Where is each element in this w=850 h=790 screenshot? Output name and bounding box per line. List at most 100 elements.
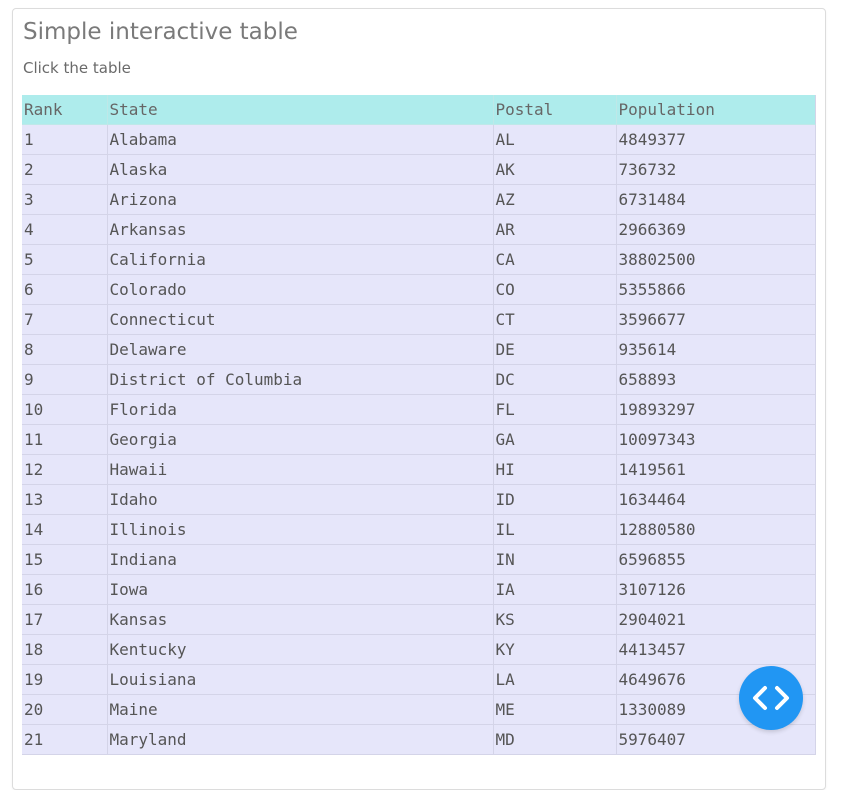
cell-population[interactable]: 4413457: [616, 634, 816, 665]
cell-rank[interactable]: 12: [22, 454, 108, 485]
cell-rank[interactable]: 15: [22, 544, 108, 575]
cell-state[interactable]: Connecticut: [107, 304, 494, 335]
cell-postal[interactable]: HI: [493, 454, 617, 485]
cell-rank[interactable]: 11: [22, 424, 108, 455]
cell-postal[interactable]: DE: [493, 334, 617, 365]
table-row[interactable]: 4 Arkansas AR 2966369: [22, 214, 816, 245]
cell-state[interactable]: Hawaii: [107, 454, 494, 485]
table-row[interactable]: 17 Kansas KS 2904021: [22, 604, 816, 635]
table-row[interactable]: 2 Alaska AK 736732: [22, 154, 816, 185]
cell-postal[interactable]: CA: [493, 244, 617, 275]
cell-rank[interactable]: 6: [22, 274, 108, 305]
cell-state[interactable]: District of Columbia: [107, 364, 494, 395]
cell-postal[interactable]: KY: [493, 634, 617, 665]
cell-population[interactable]: 10097343: [616, 424, 816, 455]
cell-postal[interactable]: ME: [493, 694, 617, 725]
cell-population[interactable]: 2966369: [616, 214, 816, 245]
table-row[interactable]: 10 Florida FL 19893297: [22, 394, 816, 425]
column-header-postal[interactable]: Postal: [493, 95, 617, 125]
table-row[interactable]: 14 Illinois IL 12880580: [22, 514, 816, 545]
cell-rank[interactable]: 13: [22, 484, 108, 515]
table-row[interactable]: 8 Delaware DE 935614: [22, 334, 816, 365]
column-header-state[interactable]: State: [107, 95, 494, 125]
code-toggle-button[interactable]: [739, 666, 803, 730]
cell-state[interactable]: Arizona: [107, 184, 494, 215]
cell-state[interactable]: Georgia: [107, 424, 494, 455]
cell-rank[interactable]: 2: [22, 154, 108, 185]
cell-rank[interactable]: 14: [22, 514, 108, 545]
cell-state[interactable]: Florida: [107, 394, 494, 425]
cell-population[interactable]: 736732: [616, 154, 816, 185]
cell-state[interactable]: Arkansas: [107, 214, 494, 245]
cell-state[interactable]: Colorado: [107, 274, 494, 305]
table-row[interactable]: 1 Alabama AL 4849377: [22, 124, 816, 155]
cell-state[interactable]: Alaska: [107, 154, 494, 185]
cell-postal[interactable]: AZ: [493, 184, 617, 215]
cell-population[interactable]: 935614: [616, 334, 816, 365]
cell-population[interactable]: 19893297: [616, 394, 816, 425]
table-row[interactable]: 11 Georgia GA 10097343: [22, 424, 816, 455]
table-row[interactable]: 7 Connecticut CT 3596677: [22, 304, 816, 335]
cell-state[interactable]: Alabama: [107, 124, 494, 155]
cell-rank[interactable]: 3: [22, 184, 108, 215]
cell-state[interactable]: Kentucky: [107, 634, 494, 665]
cell-population[interactable]: 1634464: [616, 484, 816, 515]
cell-state[interactable]: Maryland: [107, 724, 494, 755]
cell-rank[interactable]: 9: [22, 364, 108, 395]
cell-population[interactable]: 6596855: [616, 544, 816, 575]
cell-rank[interactable]: 10: [22, 394, 108, 425]
cell-postal[interactable]: AL: [493, 124, 617, 155]
table-row[interactable]: 20 Maine ME 1330089: [22, 694, 816, 725]
column-header-rank[interactable]: Rank: [22, 95, 108, 125]
cell-rank[interactable]: 17: [22, 604, 108, 635]
table-row[interactable]: 12 Hawaii HI 1419561: [22, 454, 816, 485]
table-row[interactable]: 21 Maryland MD 5976407: [22, 724, 816, 755]
cell-rank[interactable]: 7: [22, 304, 108, 335]
table-row[interactable]: 3 Arizona AZ 6731484: [22, 184, 816, 215]
table-row[interactable]: 18 Kentucky KY 4413457: [22, 634, 816, 665]
cell-population[interactable]: 6731484: [616, 184, 816, 215]
cell-postal[interactable]: LA: [493, 664, 617, 695]
cell-rank[interactable]: 18: [22, 634, 108, 665]
cell-population[interactable]: 5355866: [616, 274, 816, 305]
cell-state[interactable]: Illinois: [107, 514, 494, 545]
cell-postal[interactable]: AK: [493, 154, 617, 185]
cell-postal[interactable]: GA: [493, 424, 617, 455]
cell-rank[interactable]: 8: [22, 334, 108, 365]
cell-population[interactable]: 3596677: [616, 304, 816, 335]
cell-population[interactable]: 1419561: [616, 454, 816, 485]
cell-postal[interactable]: IA: [493, 574, 617, 605]
cell-postal[interactable]: ID: [493, 484, 617, 515]
cell-state[interactable]: Kansas: [107, 604, 494, 635]
table-row[interactable]: 5 California CA 38802500: [22, 244, 816, 275]
cell-state[interactable]: California: [107, 244, 494, 275]
cell-postal[interactable]: IL: [493, 514, 617, 545]
cell-rank[interactable]: 1: [22, 124, 108, 155]
table-row[interactable]: 6 Colorado CO 5355866: [22, 274, 816, 305]
cell-rank[interactable]: 4: [22, 214, 108, 245]
cell-population[interactable]: 3107126: [616, 574, 816, 605]
cell-rank[interactable]: 21: [22, 724, 108, 755]
cell-population[interactable]: 2904021: [616, 604, 816, 635]
cell-postal[interactable]: MD: [493, 724, 617, 755]
cell-state[interactable]: Idaho: [107, 484, 494, 515]
cell-state[interactable]: Indiana: [107, 544, 494, 575]
cell-state[interactable]: Iowa: [107, 574, 494, 605]
cell-postal[interactable]: DC: [493, 364, 617, 395]
cell-postal[interactable]: IN: [493, 544, 617, 575]
cell-state[interactable]: Delaware: [107, 334, 494, 365]
cell-postal[interactable]: CO: [493, 274, 617, 305]
column-header-population[interactable]: Population: [616, 95, 816, 125]
table-row[interactable]: 19 Louisiana LA 4649676: [22, 664, 816, 695]
cell-rank[interactable]: 20: [22, 694, 108, 725]
cell-population[interactable]: 12880580: [616, 514, 816, 545]
cell-population[interactable]: 38802500: [616, 244, 816, 275]
table-row[interactable]: 15 Indiana IN 6596855: [22, 544, 816, 575]
table-row[interactable]: 16 Iowa IA 3107126: [22, 574, 816, 605]
cell-population[interactable]: 4849377: [616, 124, 816, 155]
cell-population[interactable]: 5976407: [616, 724, 816, 755]
cell-rank[interactable]: 5: [22, 244, 108, 275]
cell-postal[interactable]: CT: [493, 304, 617, 335]
cell-population[interactable]: 658893: [616, 364, 816, 395]
states-table[interactable]: Rank State Postal Population 1 Alabama AL 4…: [22, 95, 816, 755]
